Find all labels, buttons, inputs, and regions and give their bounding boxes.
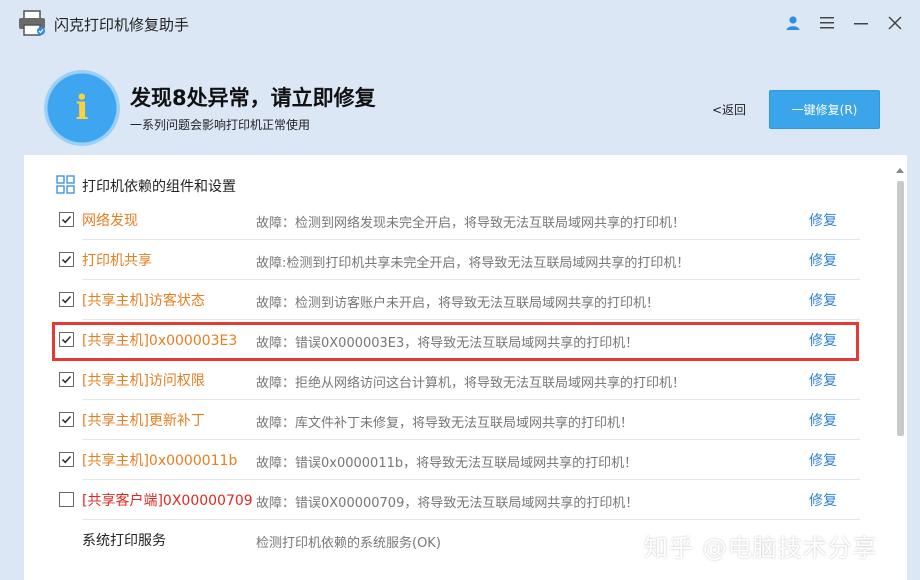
fix-link[interactable]: 修复 bbox=[809, 370, 837, 390]
checkmark-icon bbox=[61, 215, 72, 224]
issue-description: 故障：检测到访客账户未开启，将导致无法互联局域网共享的打印机！ bbox=[256, 296, 660, 311]
fix-link[interactable]: 修复 bbox=[809, 450, 837, 470]
issue-description: 故障:检测到打印机共享未完全开启，将导致无法互联局域网共享的打印机！ bbox=[256, 256, 690, 271]
info-glyph: i bbox=[75, 88, 89, 128]
issue-checkbox[interactable] bbox=[59, 252, 74, 267]
issue-name: [共享客户端]0X00000709 bbox=[82, 493, 253, 509]
page-subtitle: 一系列问题会影响打印机正常使用 bbox=[130, 118, 311, 132]
page-title: 发现8处异常，请立即修复 bbox=[130, 86, 376, 110]
list-item: 打印机共享 故障:检测到打印机共享未完全开启，将导致无法互联局域网共享的打印机！ 修… bbox=[24, 240, 884, 280]
issue-name: 打印机共享 bbox=[82, 253, 152, 269]
issue-checkbox[interactable] bbox=[59, 372, 74, 387]
user-icon[interactable] bbox=[782, 12, 804, 34]
issue-name: 网络发现 bbox=[82, 213, 138, 229]
fix-link[interactable]: 修复 bbox=[809, 490, 837, 510]
info-icon: i bbox=[44, 70, 120, 146]
issue-list: 网络发现 故障：检测到网络发现未完全开启，将导致无法互联局域网共享的打印机！ 修复打… bbox=[24, 200, 884, 560]
fix-link[interactable]: 修复 bbox=[809, 210, 837, 230]
window-title: 闪克打印机修复助手 bbox=[54, 16, 190, 34]
issue-name: 系统打印服务 bbox=[82, 533, 166, 549]
issue-name: [共享主机]访客状态 bbox=[82, 293, 205, 309]
checkmark-icon bbox=[61, 255, 72, 264]
checkmark-icon bbox=[61, 415, 72, 424]
list-item: [共享客户端]0X00000709 故障：错误0X00000709，将导致无法互联… bbox=[24, 480, 884, 520]
list-item: [共享主机]0x0000011b 故障：错误0x0000011b，将导致无法互联局… bbox=[24, 440, 884, 480]
fix-link[interactable]: 修复 bbox=[809, 250, 837, 270]
issue-description: 故障：错误0X00000709，将导致无法互联局域网共享的打印机！ bbox=[256, 496, 639, 511]
list-item: [共享主机]访问权限 故障：拒绝从网络访问这台计算机，将导致无法互联局域网共享的打… bbox=[24, 360, 884, 400]
issue-name: [共享主机]0x0000011b bbox=[82, 453, 238, 469]
checkmark-icon bbox=[61, 295, 72, 304]
issue-checkbox[interactable] bbox=[59, 452, 74, 467]
list-item: [共享主机]更新补丁 故障：库文件补丁未修复，将导致无法互联局域网共享的打印机！ 修… bbox=[24, 400, 884, 440]
issue-checkbox[interactable] bbox=[59, 412, 74, 427]
fix-link[interactable]: 修复 bbox=[809, 290, 837, 310]
scroll-up-arrow-icon[interactable] bbox=[896, 168, 904, 173]
checkmark-icon bbox=[61, 455, 72, 464]
close-icon[interactable] bbox=[884, 12, 906, 34]
list-item: 网络发现 故障：检测到网络发现未完全开启，将导致无法互联局域网共享的打印机！ 修复 bbox=[24, 200, 884, 240]
fix-link[interactable]: 修复 bbox=[809, 410, 837, 430]
issue-checkbox[interactable] bbox=[59, 212, 74, 227]
issue-description: 故障：检测到网络发现未完全开启，将导致无法互联局域网共享的打印机！ bbox=[256, 216, 686, 231]
issue-checkbox[interactable] bbox=[59, 292, 74, 307]
fix-all-button[interactable]: 一键修复(R) bbox=[769, 90, 880, 129]
issue-name: [共享主机]更新补丁 bbox=[82, 413, 205, 429]
menu-icon[interactable] bbox=[816, 12, 838, 34]
title-bar: 闪克打印机修复助手 bbox=[0, 0, 920, 48]
issues-panel: 打印机依赖的组件和设置 网络发现 故障：检测到网络发现未完全开启，将导致无法互联局… bbox=[24, 155, 907, 580]
checkmark-icon bbox=[61, 375, 72, 384]
issue-description: 检测打印机依赖的系统服务(OK) bbox=[256, 536, 441, 551]
issue-checkbox[interactable] bbox=[59, 492, 74, 507]
back-link[interactable]: <返回 bbox=[712, 101, 746, 118]
grid-icon bbox=[56, 175, 75, 194]
highlight-box bbox=[52, 322, 859, 361]
issue-description: 故障：库文件补丁未修复，将导致无法互联局域网共享的打印机！ bbox=[256, 416, 634, 431]
minimize-icon[interactable] bbox=[850, 12, 872, 34]
printer-icon bbox=[18, 10, 46, 36]
scrollbar-thumb[interactable] bbox=[897, 181, 904, 436]
section-title: 打印机依赖的组件和设置 bbox=[82, 179, 236, 195]
watermark: 知乎 @电脑技术分享 bbox=[644, 534, 878, 562]
issue-description: 故障：拒绝从网络访问这台计算机，将导致无法互联局域网共享的打印机！ bbox=[256, 376, 686, 391]
issue-description: 故障：错误0x0000011b，将导致无法互联局域网共享的打印机！ bbox=[256, 456, 638, 471]
issue-name: [共享主机]访问权限 bbox=[82, 373, 205, 389]
list-item: [共享主机]访客状态 故障：检测到访客账户未开启，将导致无法互联局域网共享的打印机… bbox=[24, 280, 884, 320]
